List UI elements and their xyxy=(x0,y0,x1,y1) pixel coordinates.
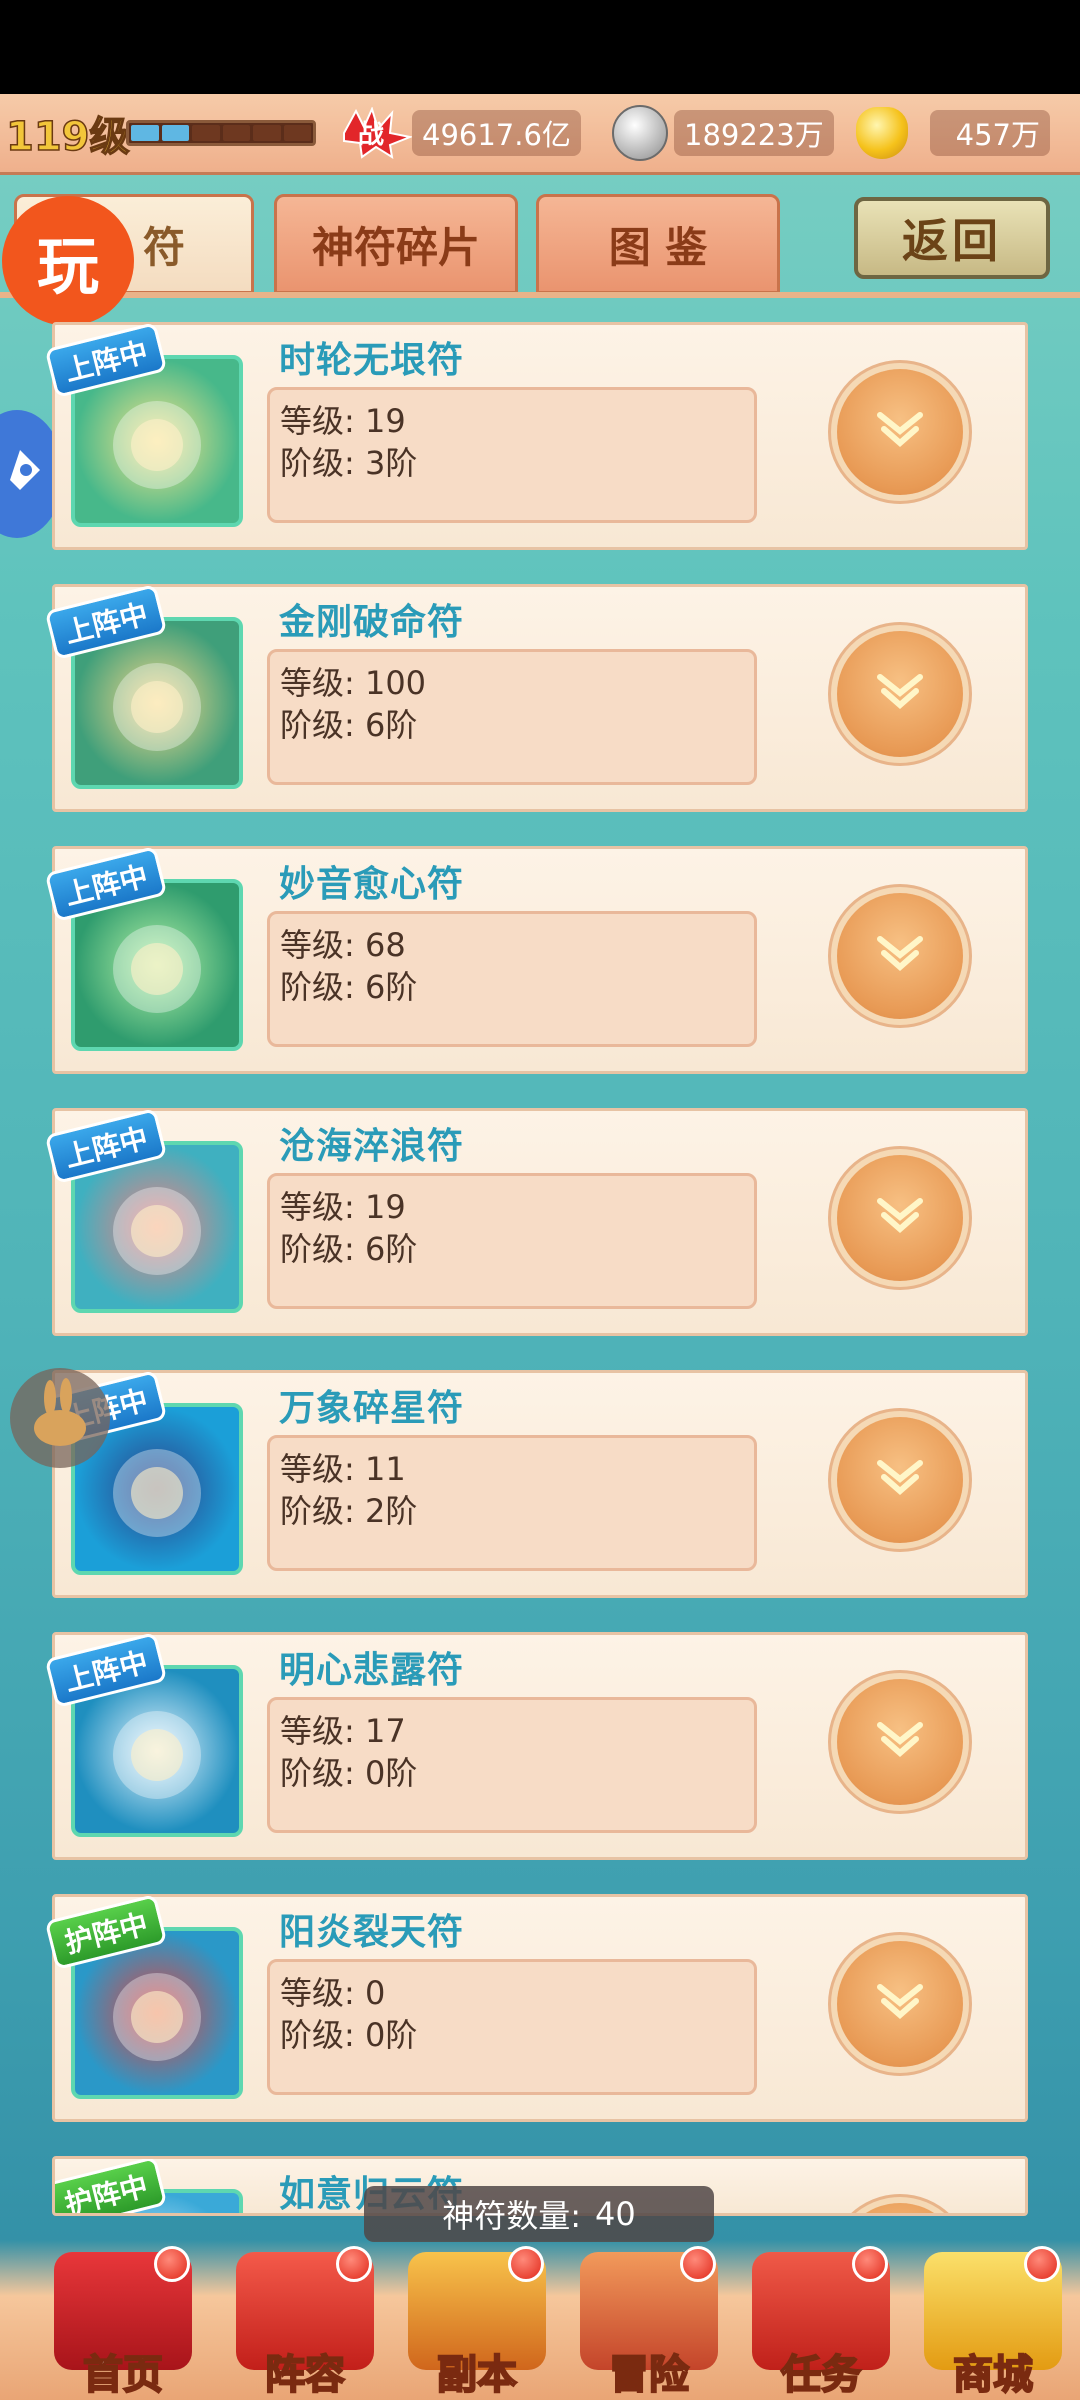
rune-info-panel: 等级: 100 阶级: 6阶 xyxy=(267,649,757,785)
rune-name: 沧海淬浪符 xyxy=(279,1126,465,1167)
expand-button[interactable] xyxy=(837,1679,963,1805)
tab-underline xyxy=(0,292,1080,298)
nav-label: 冒险 xyxy=(608,2351,690,2399)
rune-tier: 阶级: 2阶 xyxy=(280,1492,418,1530)
chevron-down-icon xyxy=(877,936,923,971)
silver-currency: 189223万 xyxy=(612,105,834,161)
rune-tier: 阶级: 3阶 xyxy=(280,444,418,482)
experience-bar xyxy=(126,120,316,146)
rune-tier: 阶级: 0阶 xyxy=(280,1754,418,1792)
rune-tier: 阶级: 6阶 xyxy=(280,1230,418,1268)
resource-bar: 119级 战 49617.6亿 189223万 457万 xyxy=(0,94,1080,175)
rune-level: 等级: 11 xyxy=(280,1450,406,1488)
nav-item[interactable]: 商城 xyxy=(908,2246,1078,2400)
chevron-down-icon xyxy=(877,1198,923,1233)
back-button[interactable]: 返回 xyxy=(854,197,1050,279)
player-level: 119级 xyxy=(5,113,130,161)
nav-item[interactable]: 副本 xyxy=(392,2246,562,2400)
nav-label: 阵容 xyxy=(264,2351,346,2399)
nav-item[interactable]: 首页 xyxy=(38,2246,208,2400)
gold-value: 457万 xyxy=(930,110,1050,156)
nav-label: 副本 xyxy=(436,2351,518,2399)
rune-card[interactable]: 上阵中 明心悲露符 等级: 17 阶级: 0阶 xyxy=(44,1631,1028,1860)
rune-tier: 阶级: 6阶 xyxy=(280,968,418,1006)
notification-dot xyxy=(508,2246,544,2282)
chevron-down-icon xyxy=(877,412,923,447)
rune-name: 万象碎星符 xyxy=(279,1388,465,1429)
expand-button[interactable] xyxy=(837,893,963,1019)
rune-name: 阳炎裂天符 xyxy=(279,1912,465,1953)
status-badge: 护阵中 xyxy=(55,2159,168,2213)
nav-item[interactable]: 阵容 xyxy=(220,2246,390,2400)
rune-card[interactable]: 上阵中 万象碎星符 等级: 11 阶级: 2阶 xyxy=(44,1369,1028,1598)
expand-button[interactable] xyxy=(837,369,963,495)
rune-name: 金刚破命符 xyxy=(279,602,465,643)
expand-button[interactable] xyxy=(837,1417,963,1543)
rune-card[interactable]: 上阵中 时轮无垠符 等级: 19 阶级: 3阶 xyxy=(44,321,1028,550)
silver-coin-icon xyxy=(612,105,668,161)
expand-button[interactable] xyxy=(837,2203,963,2213)
rune-info-panel: 等级: 0 阶级: 0阶 xyxy=(267,1959,757,2095)
combat-power: 战 49617.6亿 xyxy=(342,107,581,159)
rune-count: 神符数量: 40 xyxy=(364,2186,714,2242)
rune-tier: 阶级: 6阶 xyxy=(280,706,418,744)
notification-dot xyxy=(154,2246,190,2282)
rune-tier: 阶级: 0阶 xyxy=(280,2016,418,2054)
nav-label: 任务 xyxy=(780,2351,862,2399)
rune-name: 妙音愈心符 xyxy=(279,864,465,905)
rune-card[interactable]: 上阵中 妙音愈心符 等级: 68 阶级: 6阶 xyxy=(44,845,1028,1074)
chevron-down-icon xyxy=(877,1984,923,2019)
combat-power-value: 49617.6亿 xyxy=(412,110,581,156)
rune-info-panel: 等级: 19 阶级: 3阶 xyxy=(267,387,757,523)
combat-icon: 战 xyxy=(343,107,412,159)
notification-dot xyxy=(336,2246,372,2282)
silver-value: 189223万 xyxy=(674,110,834,156)
floating-assistant-icon[interactable] xyxy=(10,1368,110,1468)
rune-level: 等级: 19 xyxy=(280,1188,406,1226)
rune-level: 等级: 68 xyxy=(280,926,406,964)
rune-name: 时轮无垠符 xyxy=(279,340,465,381)
nav-item[interactable]: 冒险 xyxy=(564,2246,734,2400)
rune-info-panel: 等级: 68 阶级: 6阶 xyxy=(267,911,757,1047)
rune-info-panel: 等级: 11 阶级: 2阶 xyxy=(267,1435,757,1571)
rune-level: 等级: 19 xyxy=(280,402,406,440)
notification-dot xyxy=(1024,2246,1060,2282)
rune-level: 等级: 0 xyxy=(280,1974,386,2012)
expand-button[interactable] xyxy=(837,631,963,757)
rune-info-panel: 等级: 19 阶级: 6阶 xyxy=(267,1173,757,1309)
chevron-down-icon xyxy=(877,674,923,709)
chevron-down-icon xyxy=(877,1460,923,1495)
rune-card[interactable]: 护阵中 阳炎裂天符 等级: 0 阶级: 0阶 xyxy=(44,1893,1028,2122)
notification-dot xyxy=(680,2246,716,2282)
chevron-down-icon xyxy=(877,1722,923,1757)
rune-level: 等级: 17 xyxy=(280,1712,406,1750)
tab-codex[interactable]: 图 鉴 xyxy=(536,194,780,294)
system-status-bar xyxy=(0,0,1080,94)
play-badge-button[interactable]: 玩 xyxy=(2,196,134,326)
expand-button[interactable] xyxy=(837,1941,963,2067)
rune-info-panel: 等级: 17 阶级: 0阶 xyxy=(267,1697,757,1833)
nav-item[interactable]: 任务 xyxy=(736,2246,906,2400)
rune-card[interactable]: 上阵中 沧海淬浪符 等级: 19 阶级: 6阶 xyxy=(44,1107,1028,1336)
tab-rune-fragments[interactable]: 神符碎片 xyxy=(274,194,518,294)
rune-level: 等级: 100 xyxy=(280,664,427,702)
gold-ingot-icon xyxy=(856,107,908,159)
notification-dot xyxy=(852,2246,888,2282)
nav-label: 商城 xyxy=(952,2351,1034,2399)
nav-label: 首页 xyxy=(82,2351,164,2399)
rune-name: 明心悲露符 xyxy=(279,1650,465,1691)
rune-card[interactable]: 上阵中 金刚破命符 等级: 100 阶级: 6阶 xyxy=(44,583,1028,812)
gold-currency: 457万 xyxy=(856,107,1050,159)
svg-text:战: 战 xyxy=(358,120,384,150)
expand-button[interactable] xyxy=(837,1155,963,1281)
